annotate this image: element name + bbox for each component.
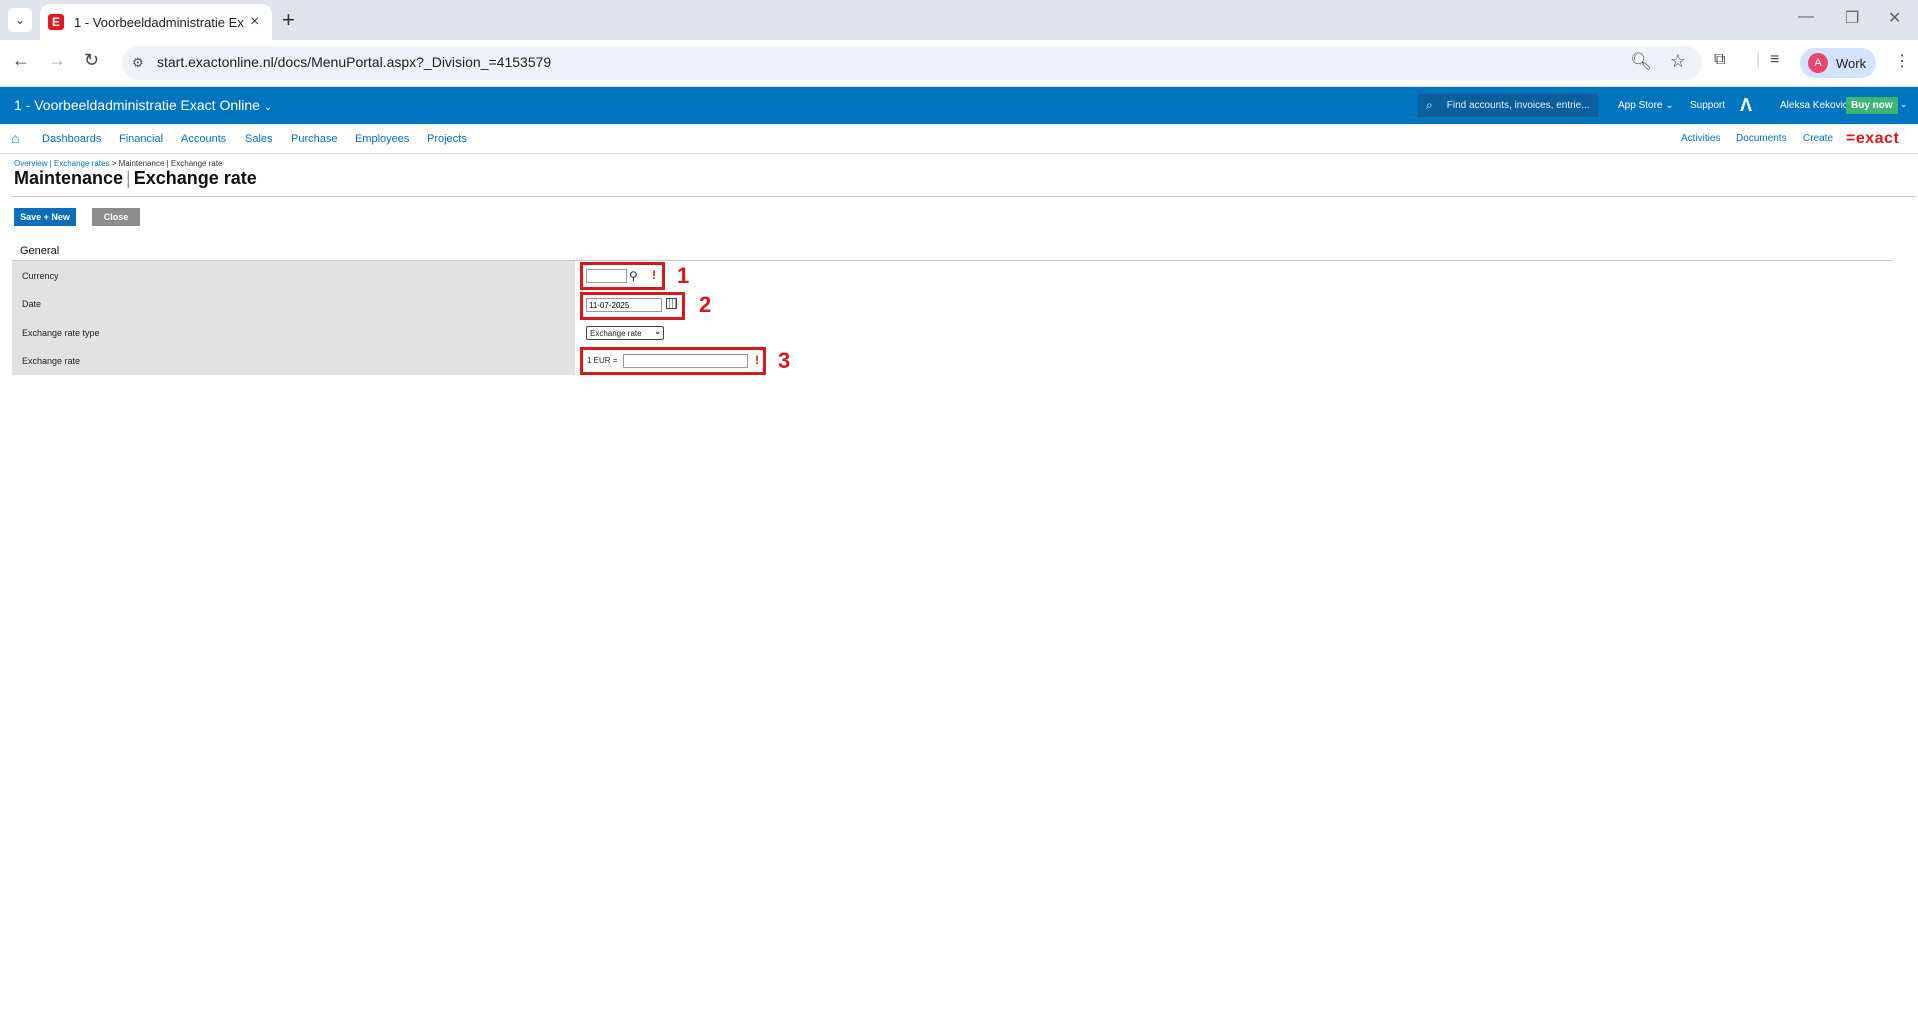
new-tab-icon[interactable]: + [282, 7, 295, 33]
date-label: Date [22, 299, 42, 309]
exchange-rate-label: Exchange rate [22, 356, 81, 366]
breadcrumb: Overview | Exchange rates > Maintenance … [14, 159, 223, 168]
annotation-number-2: 2 [699, 292, 712, 317]
close-button[interactable]: Close [92, 208, 140, 226]
user-name[interactable]: Aleksa Kekovic [1780, 100, 1848, 111]
extensions-icon[interactable]: ⧉ [1714, 51, 1725, 69]
user-menu-chevron-icon[interactable]: ⌄ [1900, 99, 1908, 110]
app-store-link[interactable]: App Store ⌄ [1618, 100, 1674, 111]
page-title-part2: Exchange rate [133, 168, 257, 188]
annotation-number-3: 3 [778, 348, 791, 373]
zoom-icon[interactable]: 🔍︎ [1630, 52, 1652, 72]
search-icon: ⌕ [1426, 98, 1433, 112]
back-icon[interactable]: ← [12, 50, 30, 71]
support-link[interactable]: Support [1690, 100, 1725, 111]
company-name: 1 - Voorbeeldadministratie Exact Online [14, 97, 260, 113]
avalara-logo-icon[interactable]: Λ [1740, 95, 1752, 116]
home-icon[interactable]: ⌂ [11, 130, 19, 146]
menu-dashboards[interactable]: Dashboards [42, 133, 101, 145]
annotation-box-3 [580, 347, 766, 375]
browser-toolbar: ← → ↻ ⚙ start.exactonline.nl/docs/MenuPo… [0, 40, 1918, 87]
breadcrumb-trail: > Maintenance | Exchange rate [109, 159, 223, 168]
app-header: 1 - Voorbeeldadministratie Exact Online ⌄… [0, 87, 1918, 124]
site-info-icon[interactable]: ⚙ [132, 55, 144, 71]
menu-projects[interactable]: Projects [427, 133, 467, 145]
exact-logo[interactable]: =exact [1846, 130, 1899, 148]
menu-documents[interactable]: Documents [1736, 133, 1787, 144]
tab-close-icon[interactable]: × [250, 13, 259, 31]
global-search[interactable]: ⌕ Find accounts, invoices, entrie... [1418, 94, 1598, 117]
menu-activities[interactable]: Activities [1681, 133, 1720, 144]
page-title-part1: Maintenance [14, 168, 124, 188]
avatar: A [1808, 53, 1828, 73]
browser-tab[interactable]: E 1 - Voorbeeldadministratie Exact Onlin… [40, 4, 272, 40]
annotation-box-2 [580, 292, 685, 320]
reload-icon[interactable]: ↻ [84, 50, 99, 71]
exchange-rate-type-select[interactable]: Exchange rate ⌄ [586, 326, 664, 340]
title-divider [12, 196, 1916, 197]
breadcrumb-exchange-rates[interactable]: Exchange rates [54, 159, 110, 168]
main-menu: ⌂ Dashboards Financial Accounts Sales Pu… [0, 125, 1918, 154]
annotation-number-1: 1 [677, 263, 690, 288]
menu-financial[interactable]: Financial [119, 133, 163, 145]
address-bar[interactable]: ⚙ start.exactonline.nl/docs/MenuPortal.a… [122, 46, 1702, 80]
exact-favicon-icon: E [48, 14, 64, 30]
currency-label: Currency [22, 271, 59, 281]
company-switcher[interactable]: 1 - Voorbeeldadministratie Exact Online ⌄ [14, 97, 272, 113]
search-placeholder: Find accounts, invoices, entrie... [1446, 100, 1590, 111]
bookmark-star-icon[interactable]: ☆ [1670, 51, 1686, 72]
browser-menu-icon[interactable]: ⋮ [1894, 51, 1910, 71]
chevron-down-icon: ⌄ [263, 102, 273, 113]
title-separator: | [126, 168, 131, 188]
media-control-icon[interactable]: ≡ [1770, 51, 1779, 69]
window-close-icon[interactable]: ✕ [1888, 8, 1901, 28]
tab-title: 1 - Voorbeeldadministratie Exact Online [74, 14, 244, 30]
menu-sales[interactable]: Sales [245, 133, 273, 145]
url-text[interactable]: start.exactonline.nl/docs/MenuPortal.asp… [157, 54, 551, 70]
profile-button[interactable]: A Work [1800, 48, 1876, 78]
save-new-button[interactable]: Save + New [14, 208, 76, 226]
page-title: Maintenance | Exchange rate [14, 168, 257, 189]
buy-now-button[interactable]: Buy now [1846, 97, 1898, 114]
menu-accounts[interactable]: Accounts [181, 133, 226, 145]
menu-purchase[interactable]: Purchase [291, 133, 337, 145]
exchange-rate-type-value: Exchange rate [590, 328, 642, 338]
dropdown-arrow-icon: ⌄ [654, 327, 661, 336]
toolbar-divider: | [1756, 51, 1761, 68]
section-general-title: General [20, 245, 60, 257]
menu-employees[interactable]: Employees [355, 133, 409, 145]
menu-create[interactable]: Create [1803, 133, 1833, 144]
breadcrumb-overview[interactable]: Overview [14, 159, 47, 168]
form-label-column [12, 261, 575, 375]
profile-label: Work [1836, 55, 1867, 71]
tab-search-chevron-icon[interactable]: ⌄ [8, 8, 32, 32]
restore-icon[interactable]: ❐ [1845, 8, 1859, 28]
annotation-box-1 [580, 262, 665, 290]
browser-tabstrip: ⌄ E 1 - Voorbeeldadministratie Exact Onl… [0, 0, 1918, 40]
minimize-icon[interactable]: — [1798, 8, 1814, 26]
exchange-rate-type-label: Exchange rate type [22, 328, 100, 338]
forward-icon[interactable]: → [48, 50, 66, 71]
